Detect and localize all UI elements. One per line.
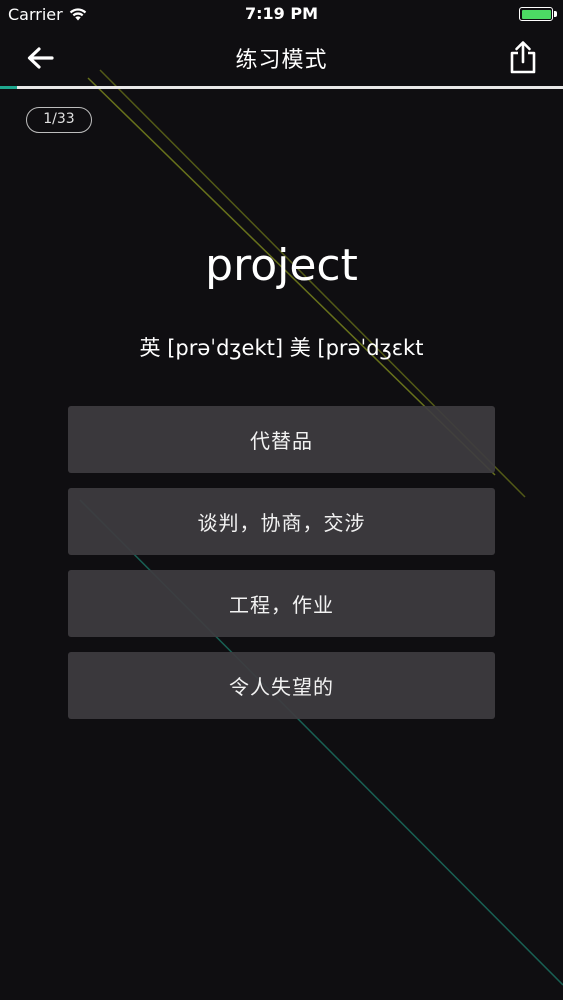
status-time: 7:19 PM xyxy=(244,4,318,23)
phonetic-transcription: 英 [prəˈdʒekt] 美 [prəˈdʒɛkt xyxy=(139,336,424,360)
status-bar: Carrier 7:19 PM xyxy=(0,0,563,30)
nav-bar: 练习模式 xyxy=(0,30,563,86)
answer-option-2[interactable]: 谈判，协商，交涉 xyxy=(68,488,495,555)
answer-options: 代替品 谈判，协商，交涉 工程，作业 令人失望的 xyxy=(68,406,495,734)
question-counter: 1/33 xyxy=(26,107,92,133)
progress-bar xyxy=(0,86,563,89)
progress-fill xyxy=(0,86,17,89)
share-icon xyxy=(510,41,536,74)
battery-level xyxy=(521,9,551,19)
answer-option-3[interactable]: 工程，作业 xyxy=(68,570,495,637)
share-button[interactable] xyxy=(505,37,541,77)
page-title: 练习模式 xyxy=(235,48,328,73)
battery-icon xyxy=(519,7,557,21)
answer-option-4[interactable]: 令人失望的 xyxy=(68,652,495,719)
answer-option-1[interactable]: 代替品 xyxy=(68,406,495,473)
vocabulary-word: project xyxy=(205,240,358,291)
practice-screen: Carrier 7:19 PM 练习模式 1/33 project 英 [prə… xyxy=(0,0,563,1000)
